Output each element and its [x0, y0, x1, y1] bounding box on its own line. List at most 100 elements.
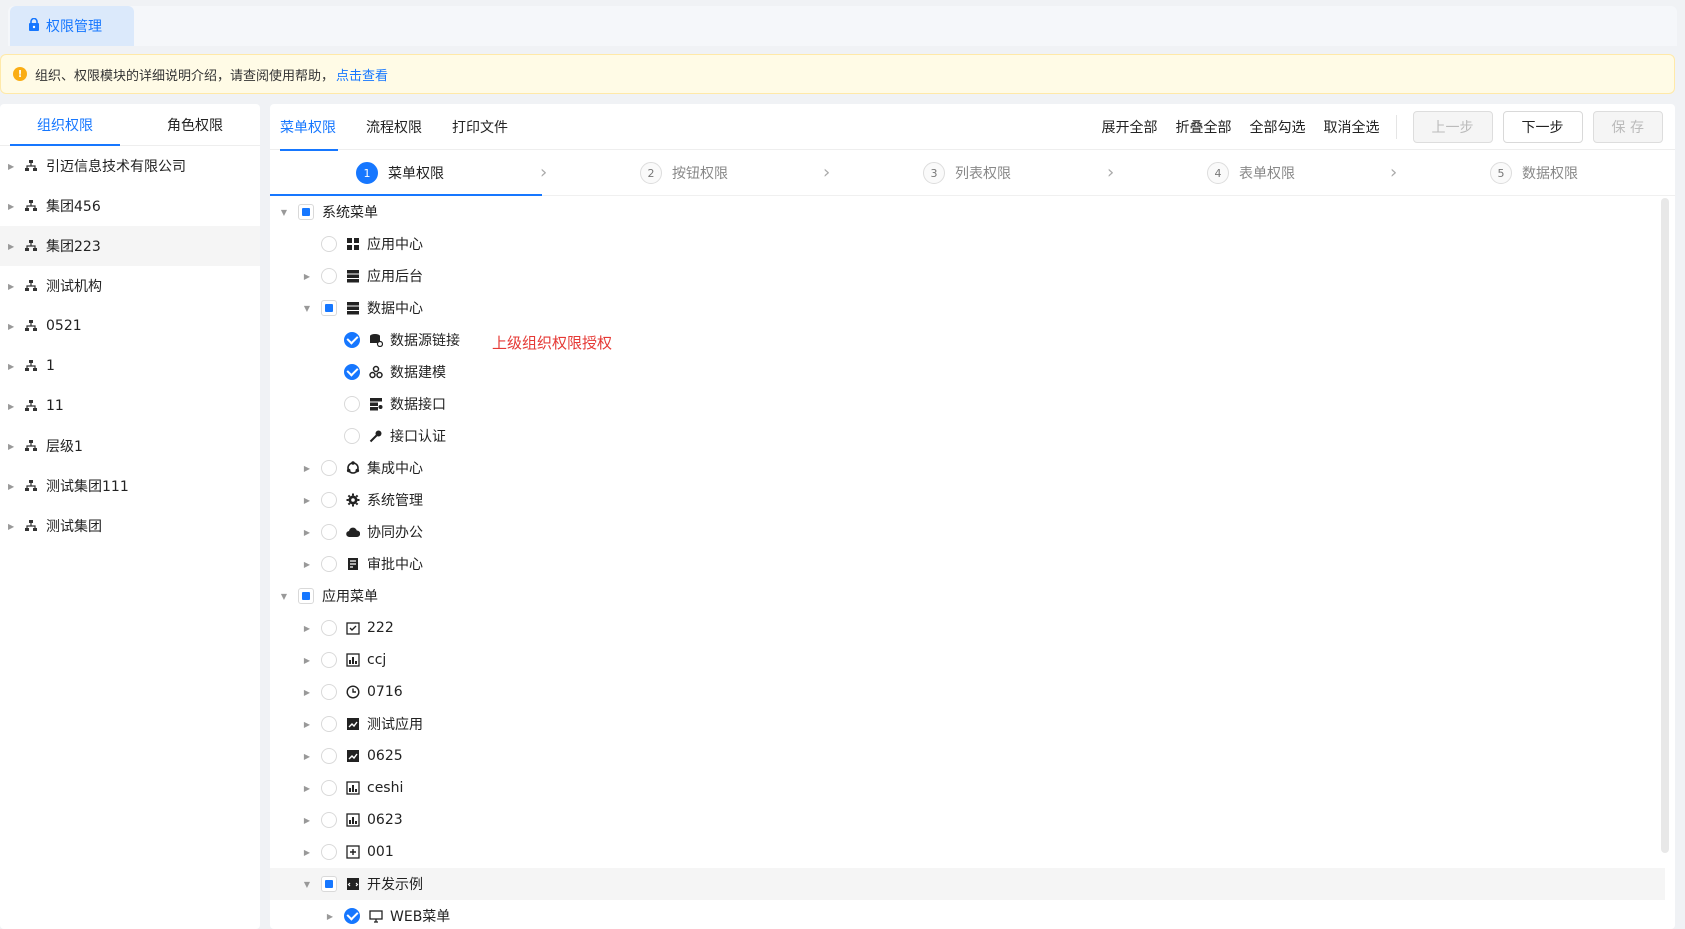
org-item[interactable]: ▶ 引迈信息技术有限公司: [0, 146, 260, 186]
caret-right-icon[interactable]: ▶: [301, 688, 313, 697]
deselect-all-button[interactable]: 取消全选: [1324, 117, 1380, 137]
next-step-button[interactable]: 下一步: [1502, 111, 1583, 143]
tree-node-0623[interactable]: ▶ 0623: [270, 804, 1665, 836]
checkbox[interactable]: [321, 844, 337, 860]
caret-right-icon[interactable]: ▶: [8, 202, 18, 211]
step-button-permission[interactable]: 2 按钮权限: [640, 150, 728, 196]
collapse-all-button[interactable]: 折叠全部: [1176, 117, 1232, 137]
checkbox[interactable]: [321, 876, 337, 892]
tab-permission-management[interactable]: 权限管理: [10, 6, 134, 46]
caret-right-icon[interactable]: ▶: [8, 242, 18, 251]
caret-right-icon[interactable]: ▶: [324, 912, 336, 921]
caret-right-icon[interactable]: ▶: [301, 560, 313, 569]
tab-org-permission[interactable]: 组织权限: [0, 104, 130, 146]
step-form-permission[interactable]: 4 表单权限: [1207, 150, 1295, 196]
caret-right-icon[interactable]: ▶: [301, 848, 313, 857]
view-help-link[interactable]: 点击查看: [336, 65, 388, 84]
tree-node-app-center[interactable]: ▶ 应用中心: [270, 228, 1665, 260]
caret-right-icon[interactable]: ▶: [301, 784, 313, 793]
tree-node-001[interactable]: ▶ 001: [270, 836, 1665, 868]
tree-node-system-menu[interactable]: ▼ 系统菜单: [270, 196, 1665, 228]
caret-right-icon[interactable]: ▶: [301, 528, 313, 537]
tree-node-app-backend[interactable]: ▶ 应用后台: [270, 260, 1665, 292]
org-item[interactable]: ▶ 集团456: [0, 186, 260, 226]
checkbox[interactable]: [321, 748, 337, 764]
checkbox[interactable]: [321, 300, 337, 316]
caret-down-icon[interactable]: ▼: [301, 880, 313, 889]
caret-right-icon[interactable]: ▶: [8, 162, 18, 171]
caret-down-icon[interactable]: ▼: [278, 592, 290, 601]
org-item[interactable]: ▶ 集团223: [0, 226, 260, 266]
tree-node-data-model[interactable]: ▶ 数据建模: [270, 356, 1665, 388]
checkbox[interactable]: [321, 716, 337, 732]
checkbox[interactable]: [321, 236, 337, 252]
org-item[interactable]: ▶ 层级1: [0, 426, 260, 466]
save-button[interactable]: 保 存: [1592, 111, 1663, 143]
org-item[interactable]: ▶ 测试集团111: [0, 466, 260, 506]
caret-right-icon[interactable]: ▶: [301, 720, 313, 729]
step-data-permission[interactable]: 5 数据权限: [1490, 150, 1578, 196]
checkbox[interactable]: [321, 780, 337, 796]
checkbox[interactable]: [321, 620, 337, 636]
tab-menu-permission[interactable]: 菜单权限: [280, 104, 352, 151]
caret-right-icon[interactable]: ▶: [301, 496, 313, 505]
caret-right-icon[interactable]: ▶: [8, 282, 18, 291]
tree-node-data-center[interactable]: ▼ 数据中心: [270, 292, 1665, 324]
tree-node-0625[interactable]: ▶ 0625: [270, 740, 1665, 772]
tree-node-datasource-link[interactable]: ▶ 数据源链接 上级组织权限授权: [270, 324, 1665, 356]
select-all-button[interactable]: 全部勾选: [1250, 117, 1306, 137]
tree-node-data-api[interactable]: ▶ 数据接口: [270, 388, 1665, 420]
caret-right-icon[interactable]: ▶: [8, 442, 18, 451]
caret-right-icon[interactable]: ▶: [301, 816, 313, 825]
checkbox[interactable]: [321, 524, 337, 540]
checkbox-checked[interactable]: [344, 364, 360, 380]
tree-node-system-manage[interactable]: ▶ 系统管理: [270, 484, 1665, 516]
caret-right-icon[interactable]: ▶: [301, 272, 313, 281]
org-item[interactable]: ▶ 0521: [0, 306, 260, 346]
checkbox[interactable]: [344, 396, 360, 412]
caret-right-icon[interactable]: ▶: [301, 464, 313, 473]
checkbox[interactable]: [321, 812, 337, 828]
caret-right-icon[interactable]: ▶: [8, 482, 18, 491]
tree-node-222[interactable]: ▶ 222: [270, 612, 1665, 644]
tab-role-permission[interactable]: 角色权限: [130, 104, 260, 145]
caret-right-icon[interactable]: ▶: [301, 624, 313, 633]
step-menu-permission[interactable]: 1 菜单权限: [356, 150, 444, 196]
org-item[interactable]: ▶ 11: [0, 386, 260, 426]
checkbox[interactable]: [321, 556, 337, 572]
tree-node-dev-sample[interactable]: ▼ 开发示例: [270, 868, 1665, 900]
tree-node-ccj[interactable]: ▶ ccj: [270, 644, 1665, 676]
expand-all-button[interactable]: 展开全部: [1102, 117, 1158, 137]
caret-right-icon[interactable]: ▶: [301, 752, 313, 761]
caret-down-icon[interactable]: ▼: [301, 304, 313, 313]
caret-right-icon[interactable]: ▶: [8, 522, 18, 531]
tree-node-approval[interactable]: ▶ 审批中心: [270, 548, 1665, 580]
tree-node-0716[interactable]: ▶ 0716: [270, 676, 1665, 708]
tree-node-test-app[interactable]: ▶ 测试应用: [270, 708, 1665, 740]
tree-node-office[interactable]: ▶ 协同办公: [270, 516, 1665, 548]
checkbox[interactable]: [321, 492, 337, 508]
prev-step-button[interactable]: 上一步: [1412, 111, 1493, 143]
checkbox[interactable]: [344, 428, 360, 444]
tab-print-file[interactable]: 打印文件: [452, 104, 524, 150]
checkbox[interactable]: [321, 684, 337, 700]
tab-flow-permission[interactable]: 流程权限: [366, 104, 438, 150]
tree-node-integration[interactable]: ▶ 集成中心: [270, 452, 1665, 484]
checkbox[interactable]: [298, 204, 314, 220]
checkbox[interactable]: [321, 652, 337, 668]
caret-down-icon[interactable]: ▼: [278, 208, 290, 217]
caret-right-icon[interactable]: ▶: [8, 322, 18, 331]
step-list-permission[interactable]: 3 列表权限: [923, 150, 1011, 196]
caret-right-icon[interactable]: ▶: [8, 362, 18, 371]
checkbox-checked[interactable]: [344, 908, 360, 924]
org-item[interactable]: ▶ 1: [0, 346, 260, 386]
tree-node-web-menu[interactable]: ▶ WEB菜单: [270, 900, 1665, 929]
checkbox[interactable]: [321, 460, 337, 476]
org-item[interactable]: ▶ 测试机构: [0, 266, 260, 306]
tree-node-api-auth[interactable]: ▶ 接口认证: [270, 420, 1665, 452]
checkbox[interactable]: [298, 588, 314, 604]
caret-right-icon[interactable]: ▶: [8, 402, 18, 411]
tree-node-ceshi[interactable]: ▶ ceshi: [270, 772, 1665, 804]
checkbox[interactable]: [321, 268, 337, 284]
org-item[interactable]: ▶ 测试集团: [0, 506, 260, 546]
